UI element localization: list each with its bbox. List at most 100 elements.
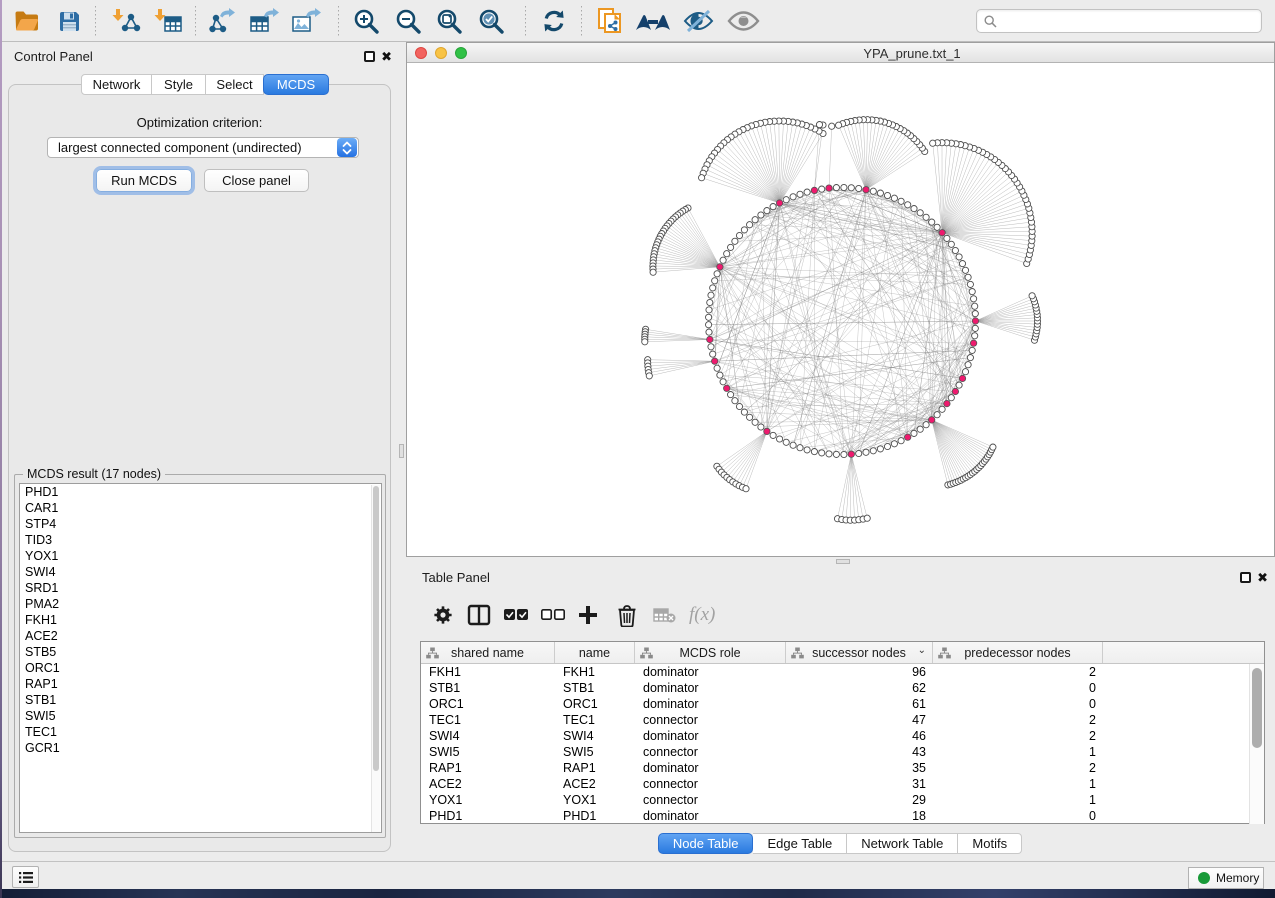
- delete-table-icon[interactable]: [653, 593, 676, 637]
- zoom-in-icon[interactable]: [352, 0, 380, 42]
- add-column-icon[interactable]: [577, 593, 599, 637]
- vertical-splitter[interactable]: [398, 42, 406, 861]
- deselect-all-icon[interactable]: [540, 593, 566, 637]
- task-history-button[interactable]: [12, 866, 39, 888]
- mcds-result-item[interactable]: YOX1: [20, 548, 381, 564]
- toolbar-separator: [195, 6, 196, 36]
- cell-mcds_role: dominator: [643, 728, 786, 744]
- tab-select[interactable]: Select: [206, 74, 264, 95]
- open-folder-icon[interactable]: [13, 0, 41, 42]
- zoom-selected-icon[interactable]: [477, 0, 505, 42]
- mcds-result-item[interactable]: GCR1: [20, 740, 381, 756]
- duplicate-network-icon[interactable]: [595, 0, 625, 42]
- close-panel-icon[interactable]: ✖: [381, 48, 392, 65]
- column-header-name[interactable]: name: [555, 642, 635, 663]
- refresh-icon[interactable]: [539, 0, 569, 42]
- export-table-icon[interactable]: [248, 0, 280, 42]
- vertical-splitter-grip[interactable]: [399, 444, 404, 458]
- table-row[interactable]: ACE2ACE2connector311: [421, 776, 1243, 792]
- mcds-result-item[interactable]: FKH1: [20, 612, 381, 628]
- cell-successor_nodes: 31: [786, 776, 926, 792]
- close-panel-button[interactable]: Close panel: [204, 169, 309, 192]
- tab-mcds[interactable]: MCDS: [263, 74, 329, 95]
- close-table-panel-icon[interactable]: ✖: [1257, 569, 1268, 586]
- mcds-list-scrollbar[interactable]: [371, 485, 380, 833]
- column-header-shared-name[interactable]: shared name: [421, 642, 555, 663]
- cell-mcds_role: dominator: [643, 760, 786, 776]
- table-row[interactable]: RAP1RAP1dominator352: [421, 760, 1243, 776]
- mcds-result-item[interactable]: ORC1: [20, 660, 381, 676]
- table-row[interactable]: SWI5SWI5connector431: [421, 744, 1243, 760]
- mcds-result-item[interactable]: PMA2: [20, 596, 381, 612]
- table-row[interactable]: YOX1YOX1connector291: [421, 792, 1243, 808]
- cell-predecessor_nodes: 1: [933, 792, 1096, 808]
- horizontal-splitter[interactable]: [406, 557, 1275, 566]
- import-table-icon[interactable]: [153, 0, 183, 42]
- mcds-tab-content: Optimization criterion: largest connecte…: [8, 84, 391, 852]
- mcds-result-item[interactable]: STP4: [20, 516, 381, 532]
- export-image-icon[interactable]: [290, 0, 322, 42]
- mcds-result-item[interactable]: CAR1: [20, 500, 381, 516]
- mcds-result-item[interactable]: STB5: [20, 644, 381, 660]
- run-mcds-button[interactable]: Run MCDS: [96, 169, 192, 192]
- table-scrollbar[interactable]: [1249, 664, 1264, 824]
- table-settings-icon[interactable]: [432, 593, 454, 637]
- network-canvas[interactable]: [407, 63, 1274, 556]
- cell-successor_nodes: 18: [786, 808, 926, 824]
- column-header-MCDS-role[interactable]: MCDS role: [635, 642, 786, 663]
- mcds-result-list[interactable]: PHD1CAR1STP4TID3YOX1SWI4SRD1PMA2FKH1ACE2…: [19, 483, 382, 833]
- screen: Control Panel ✖ Optimization criterion: …: [0, 0, 1275, 898]
- mcds-result-item[interactable]: SRD1: [20, 580, 381, 596]
- search-input[interactable]: [1002, 14, 1261, 28]
- memory-button[interactable]: Memory: [1188, 867, 1264, 889]
- mcds-result-item[interactable]: ACE2: [20, 628, 381, 644]
- zoom-fit-icon[interactable]: [435, 0, 463, 42]
- tab-network[interactable]: Network: [81, 74, 152, 95]
- cell-name: STB1: [563, 680, 635, 696]
- cell-name: FKH1: [563, 664, 635, 680]
- horizontal-splitter-grip[interactable]: [836, 559, 850, 564]
- mcds-result-item[interactable]: SWI5: [20, 708, 381, 724]
- float-table-panel-icon[interactable]: [1240, 572, 1251, 583]
- hide-selected-icon[interactable]: [681, 0, 715, 42]
- mcds-result-item[interactable]: TID3: [20, 532, 381, 548]
- export-network-icon[interactable]: [208, 0, 236, 42]
- search-field[interactable]: [976, 9, 1262, 33]
- table-row[interactable]: PHD1PHD1dominator180: [421, 808, 1243, 824]
- tab-motifs[interactable]: Motifs: [958, 833, 1022, 854]
- mcds-result-item[interactable]: RAP1: [20, 676, 381, 692]
- show-all-icon[interactable]: [726, 0, 760, 42]
- mcds-result-item[interactable]: SWI4: [20, 564, 381, 580]
- table-row[interactable]: STB1STB1dominator620: [421, 680, 1243, 696]
- mcds-result-item[interactable]: TEC1: [20, 724, 381, 740]
- table-row[interactable]: ORC1ORC1dominator610: [421, 696, 1243, 712]
- column-header-successor-nodes[interactable]: successor nodes⌄: [786, 642, 933, 663]
- select-all-icon[interactable]: [503, 593, 529, 637]
- table-row[interactable]: FKH1FKH1dominator962: [421, 664, 1243, 680]
- tab-node-table[interactable]: Node Table: [658, 833, 754, 854]
- import-network-icon[interactable]: [111, 0, 141, 42]
- zoom-out-icon[interactable]: [394, 0, 422, 42]
- mcds-result-item[interactable]: PHD1: [20, 484, 381, 500]
- table-row[interactable]: TEC1TEC1connector472: [421, 712, 1243, 728]
- tab-network-table[interactable]: Network Table: [847, 833, 958, 854]
- optimization-criterion-label: Optimization criterion:: [9, 115, 390, 130]
- tab-edge-table[interactable]: Edge Table: [753, 833, 847, 854]
- mcds-scrollbar-thumb[interactable]: [373, 486, 379, 771]
- table-row[interactable]: SWI4SWI4dominator462: [421, 728, 1243, 744]
- column-header-predecessor-nodes[interactable]: predecessor nodes: [933, 642, 1103, 663]
- network-view-titlebar[interactable]: YPA_prune.txt_1: [407, 43, 1274, 63]
- cell-name: TEC1: [563, 712, 635, 728]
- criterion-select[interactable]: largest connected component (undirected): [47, 137, 359, 158]
- float-panel-icon[interactable]: [364, 51, 375, 62]
- column-manager-icon[interactable]: [467, 593, 491, 637]
- table-scrollbar-thumb[interactable]: [1252, 668, 1262, 748]
- cell-name: ACE2: [563, 776, 635, 792]
- delete-column-icon[interactable]: [617, 593, 637, 637]
- mcds-result-item[interactable]: STB1: [20, 692, 381, 708]
- cell-name: RAP1: [563, 760, 635, 776]
- network-search-icon[interactable]: [635, 0, 671, 42]
- tab-style[interactable]: Style: [152, 74, 206, 95]
- cell-shared_name: ACE2: [429, 776, 555, 792]
- save-icon[interactable]: [57, 0, 82, 42]
